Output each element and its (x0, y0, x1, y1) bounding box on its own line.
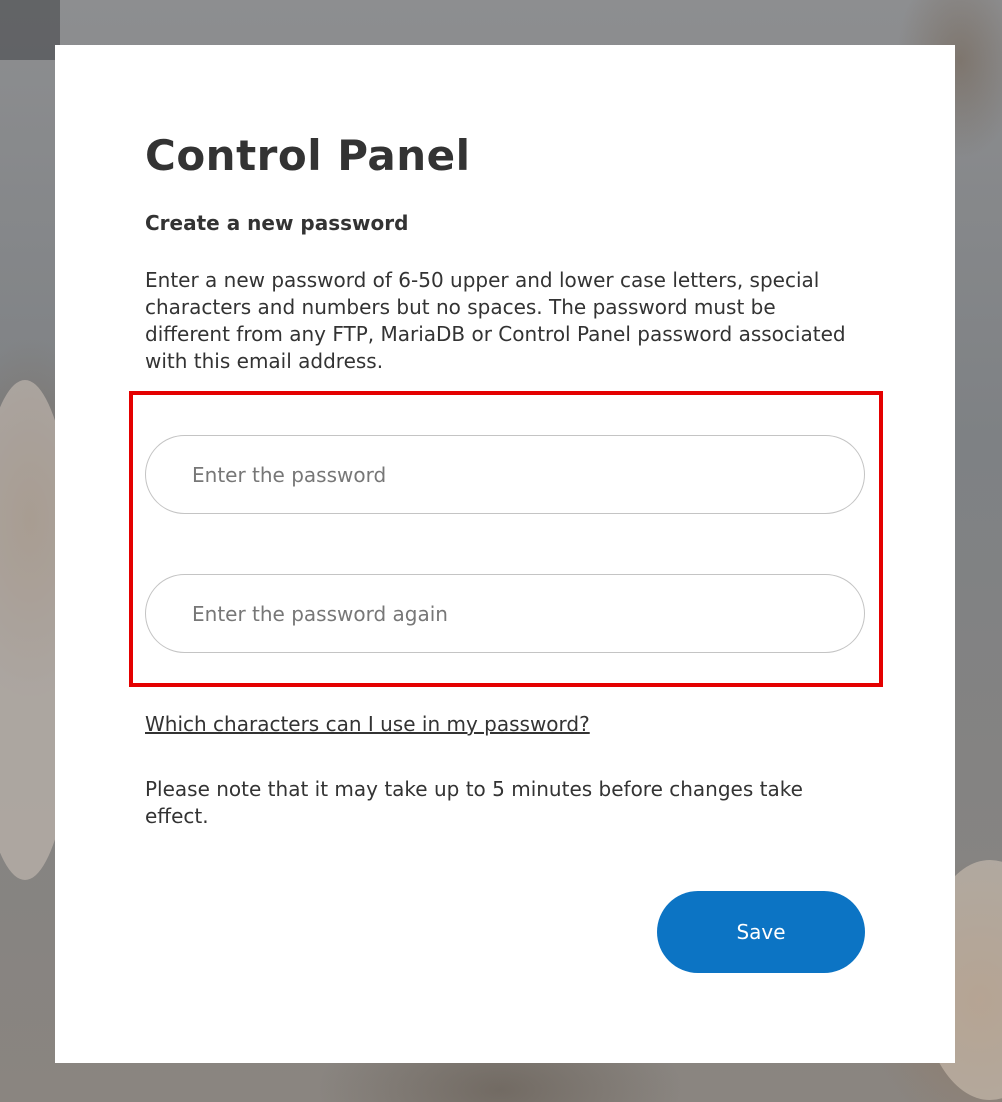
page-title: Control Panel (145, 131, 471, 180)
background-shape (0, 0, 60, 60)
password-input[interactable] (145, 435, 865, 514)
password-help-link[interactable]: Which characters can I use in my passwor… (145, 712, 590, 736)
password-dialog: Control Panel Create a new password Ente… (55, 45, 955, 1063)
confirm-password-input[interactable] (145, 574, 865, 653)
page-subtitle: Create a new password (145, 211, 409, 235)
save-button[interactable]: Save (657, 891, 865, 973)
password-instructions: Enter a new password of 6-50 upper and l… (145, 268, 846, 373)
propagation-note: Please note that it may take up to 5 min… (145, 777, 803, 828)
